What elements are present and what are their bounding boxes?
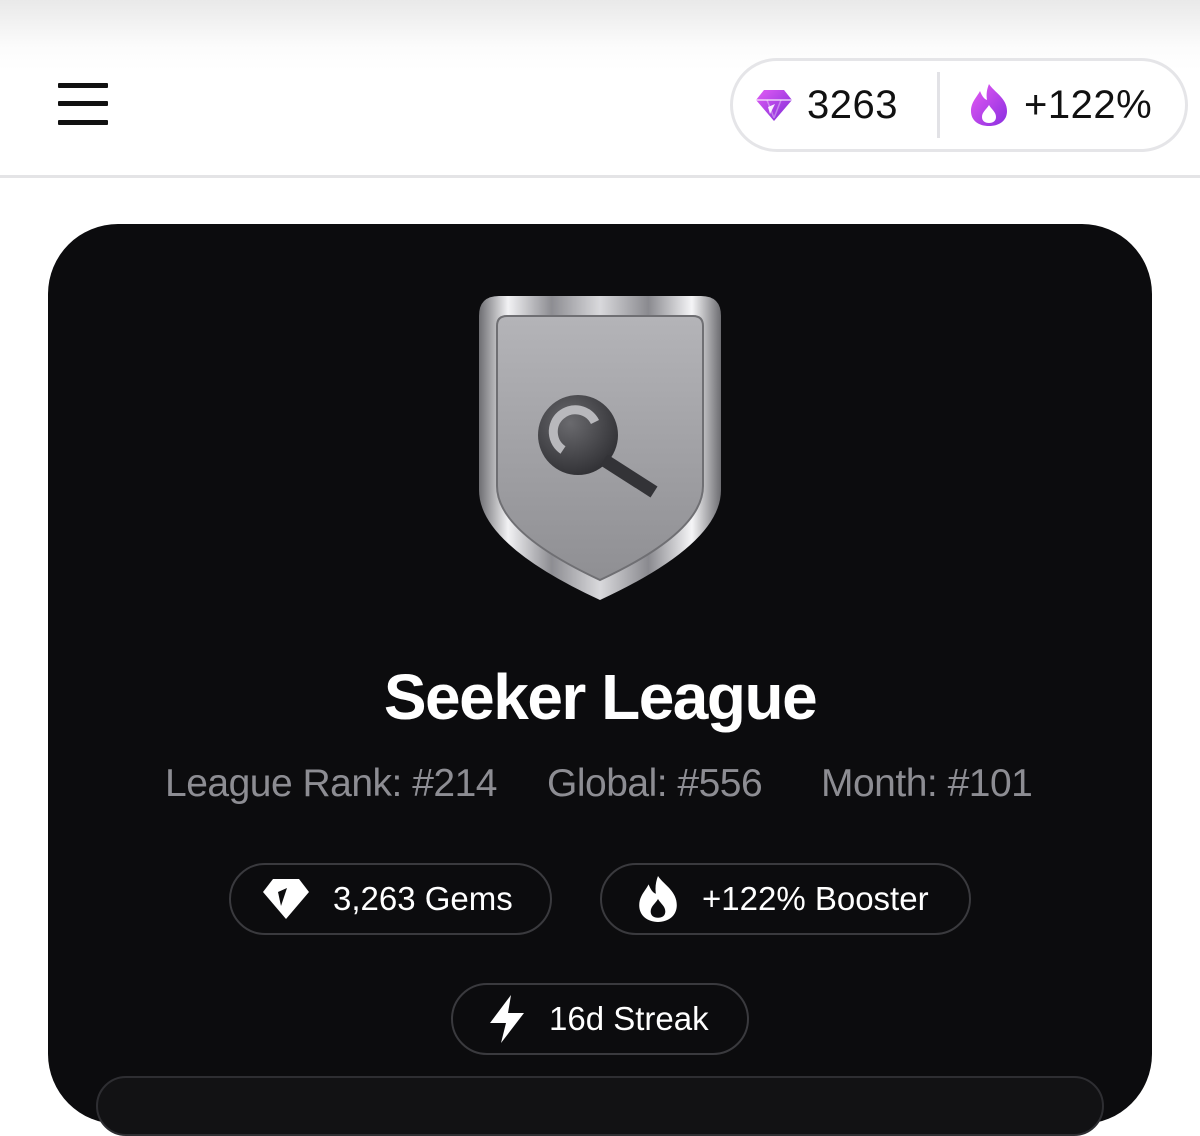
hamburger-menu-icon[interactable]	[58, 83, 108, 125]
lightning-bolt-icon	[487, 994, 527, 1044]
month-rank: Month: #101	[821, 762, 1033, 805]
booster-chip[interactable]: +122% Booster	[600, 863, 971, 935]
global-rank: Global: #556	[547, 762, 763, 805]
streak-chip-label: 16d Streak	[549, 1000, 709, 1037]
gems-chip[interactable]: 3,263 Gems	[229, 863, 552, 935]
gems-stat[interactable]: 3263	[733, 61, 937, 149]
flame-icon	[968, 83, 1010, 127]
booster-chip-label: +122% Booster	[702, 880, 929, 917]
gems-chip-label: 3,263 Gems	[333, 880, 513, 917]
next-section-panel	[96, 1076, 1104, 1136]
header-booster-percent: +122%	[1024, 82, 1153, 127]
shield-badge-icon	[477, 294, 723, 602]
gem-icon	[755, 88, 793, 122]
stats-pill[interactable]: 3263 +122%	[730, 58, 1188, 152]
league-title: Seeker League	[383, 661, 818, 733]
header-gems-count: 3263	[807, 82, 898, 127]
league-rank: League Rank: #214	[165, 762, 497, 805]
streak-chip[interactable]: 16d Streak	[451, 983, 749, 1055]
flame-icon	[636, 875, 680, 923]
gem-icon	[261, 877, 311, 921]
top-bar: 3263 +122%	[0, 0, 1200, 178]
booster-stat[interactable]: +122%	[940, 61, 1152, 149]
